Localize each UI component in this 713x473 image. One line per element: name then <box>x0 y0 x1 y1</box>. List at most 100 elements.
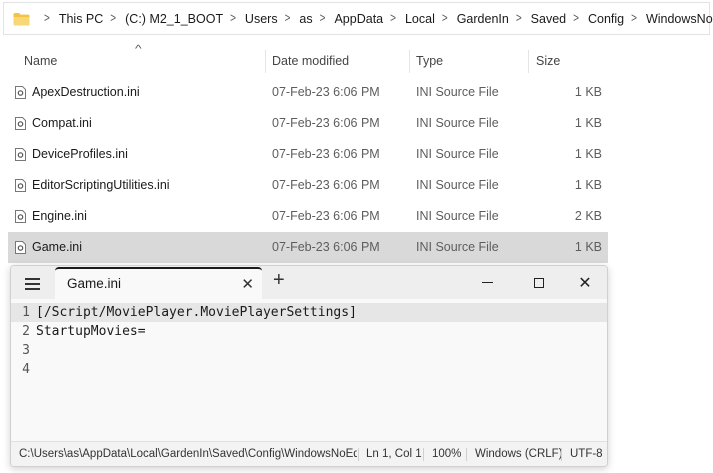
file-name: Engine.ini <box>32 209 87 223</box>
breadcrumb-label[interactable]: as <box>299 12 312 26</box>
status-encoding[interactable]: UTF-8 <box>570 442 603 466</box>
chevron-right-icon: > <box>631 11 637 26</box>
breadcrumb-item[interactable]: > WindowsNoEditor <box>624 11 713 26</box>
editor-line[interactable]: 3 <box>11 341 607 360</box>
line-number: 1 <box>22 305 30 320</box>
line-number: 2 <box>22 324 30 339</box>
breadcrumb-item[interactable]: > Local <box>383 11 435 26</box>
breadcrumb-item[interactable]: > Saved <box>509 11 566 26</box>
file-date: 07-Feb-23 6:06 PM <box>272 85 380 99</box>
chevron-right-icon: > <box>230 11 236 26</box>
breadcrumb-item[interactable]: > Config <box>566 11 624 26</box>
chevron-right-icon: > <box>110 11 117 26</box>
breadcrumb-label[interactable]: Config <box>588 12 624 26</box>
ini-file-icon <box>15 148 26 161</box>
editor-line[interactable]: 2 StartupMovies= <box>11 322 607 341</box>
file-list: ApexDestruction.ini 07-Feb-23 6:06 PM IN… <box>8 77 608 263</box>
column-divider[interactable] <box>265 50 266 73</box>
editor-line[interactable]: 4 <box>11 360 607 379</box>
breadcrumb-label[interactable]: GardenIn <box>457 12 509 26</box>
notepad-titlebar[interactable]: Game.ini ✕ + ✕ <box>11 266 607 299</box>
chevron-right-icon: > <box>573 11 579 26</box>
breadcrumb-label[interactable]: WindowsNoEditor <box>646 12 713 26</box>
breadcrumb-label[interactable]: Local <box>405 12 435 26</box>
maximize-button[interactable] <box>516 266 562 299</box>
column-header-date[interactable]: Date modified <box>272 48 349 75</box>
status-divider <box>423 448 424 461</box>
breadcrumb-item[interactable]: > Users <box>223 11 278 26</box>
file-date: 07-Feb-23 6:06 PM <box>272 209 380 223</box>
close-icon: ✕ <box>578 274 592 292</box>
status-line-ending[interactable]: Windows (CRLF) <box>475 442 563 466</box>
breadcrumb-item[interactable]: > (C:) M2_1_BOOT <box>103 11 223 26</box>
file-date: 07-Feb-23 6:06 PM <box>272 147 380 161</box>
file-size: 1 KB <box>574 116 602 130</box>
chevron-right-icon: > <box>515 11 522 26</box>
file-type: INI Source File <box>416 178 499 192</box>
status-divider <box>466 448 467 461</box>
file-type: INI Source File <box>416 147 499 161</box>
file-name: DeviceProfiles.ini <box>32 147 128 161</box>
column-divider[interactable] <box>409 50 410 73</box>
file-size: 1 KB <box>574 178 602 192</box>
breadcrumb-label[interactable]: Saved <box>531 12 566 26</box>
file-row[interactable]: DeviceProfiles.ini 07-Feb-23 6:06 PM INI… <box>8 139 608 170</box>
breadcrumb-item[interactable]: > as <box>278 11 313 26</box>
tab-game-ini[interactable]: Game.ini ✕ <box>55 267 262 299</box>
breadcrumb-label[interactable]: Users <box>245 12 278 26</box>
file-size: 1 KB <box>574 240 602 254</box>
hamburger-menu-icon[interactable] <box>21 274 45 292</box>
file-type: INI Source File <box>416 85 499 99</box>
column-divider[interactable] <box>528 50 529 73</box>
file-row[interactable]: EditorScriptingUtilities.ini 07-Feb-23 6… <box>8 170 608 201</box>
new-tab-button[interactable]: + <box>273 269 285 292</box>
chevron-right-icon: > <box>44 11 50 26</box>
text-editor[interactable]: 1 [/Script/MoviePlayer.MoviePlayerSettin… <box>11 303 607 443</box>
editor-line[interactable]: 1 [/Script/MoviePlayer.MoviePlayerSettin… <box>11 303 607 322</box>
file-row-selected[interactable]: Game.ini 07-Feb-23 6:06 PM INI Source Fi… <box>8 232 608 263</box>
tab-title: Game.ini <box>67 276 122 291</box>
file-type: INI Source File <box>416 116 499 130</box>
file-type: INI Source File <box>416 240 499 254</box>
address-bar[interactable]: > This PC > (C:) M2_1_BOOT > Users > as > App… <box>3 2 713 35</box>
status-divider <box>358 448 359 461</box>
notepad-window: Game.ini ✕ + ✕ 1 [/Script/MoviePlayer.Mo… <box>10 265 608 467</box>
column-headers: Name Date modified Type Size <box>8 48 610 75</box>
breadcrumb-label[interactable]: This PC <box>59 12 103 26</box>
chevron-right-icon: > <box>284 11 291 26</box>
column-header-name[interactable]: Name <box>24 48 57 75</box>
file-name: ApexDestruction.ini <box>32 85 140 99</box>
folder-icon <box>13 12 30 26</box>
breadcrumb-item[interactable]: > GardenIn <box>435 11 509 26</box>
file-name: Game.ini <box>32 240 83 254</box>
line-text[interactable]: StartupMovies= <box>36 322 146 341</box>
breadcrumb-item[interactable]: > This PC <box>37 11 103 26</box>
breadcrumb-label[interactable]: AppData <box>334 12 383 26</box>
status-bar: C:\Users\as\AppData\Local\GardenIn\Saved… <box>11 441 607 466</box>
column-header-size[interactable]: Size <box>536 48 560 75</box>
file-row[interactable]: Engine.ini 07-Feb-23 6:06 PM INI Source … <box>8 201 608 232</box>
breadcrumb-item[interactable]: > AppData <box>313 11 384 26</box>
column-header-type[interactable]: Type <box>416 48 443 75</box>
ini-file-icon <box>15 179 26 192</box>
file-size: 1 KB <box>574 147 602 161</box>
status-zoom[interactable]: 100% <box>432 442 461 466</box>
close-icon[interactable]: ✕ <box>241 275 254 293</box>
ini-file-icon <box>15 86 26 99</box>
file-row[interactable]: ApexDestruction.ini 07-Feb-23 6:06 PM IN… <box>8 77 608 108</box>
line-number: 3 <box>22 343 30 358</box>
ini-file-icon <box>15 210 26 223</box>
file-name: Compat.ini <box>32 116 92 130</box>
chevron-right-icon: > <box>441 11 448 26</box>
minimize-button[interactable] <box>464 266 510 299</box>
line-text[interactable]: [/Script/MoviePlayer.MoviePlayerSettings… <box>36 303 357 322</box>
close-window-button[interactable]: ✕ <box>562 266 607 299</box>
file-row[interactable]: Compat.ini 07-Feb-23 6:06 PM INI Source … <box>8 108 608 139</box>
status-cursor-position[interactable]: Ln 1, Col 1 <box>366 442 422 466</box>
breadcrumb-label[interactable]: (C:) M2_1_BOOT <box>125 12 223 26</box>
file-date: 07-Feb-23 6:06 PM <box>272 178 380 192</box>
ini-file-icon <box>15 241 26 254</box>
file-type: INI Source File <box>416 209 499 223</box>
minimize-icon <box>481 282 493 283</box>
file-size: 1 KB <box>574 85 602 99</box>
